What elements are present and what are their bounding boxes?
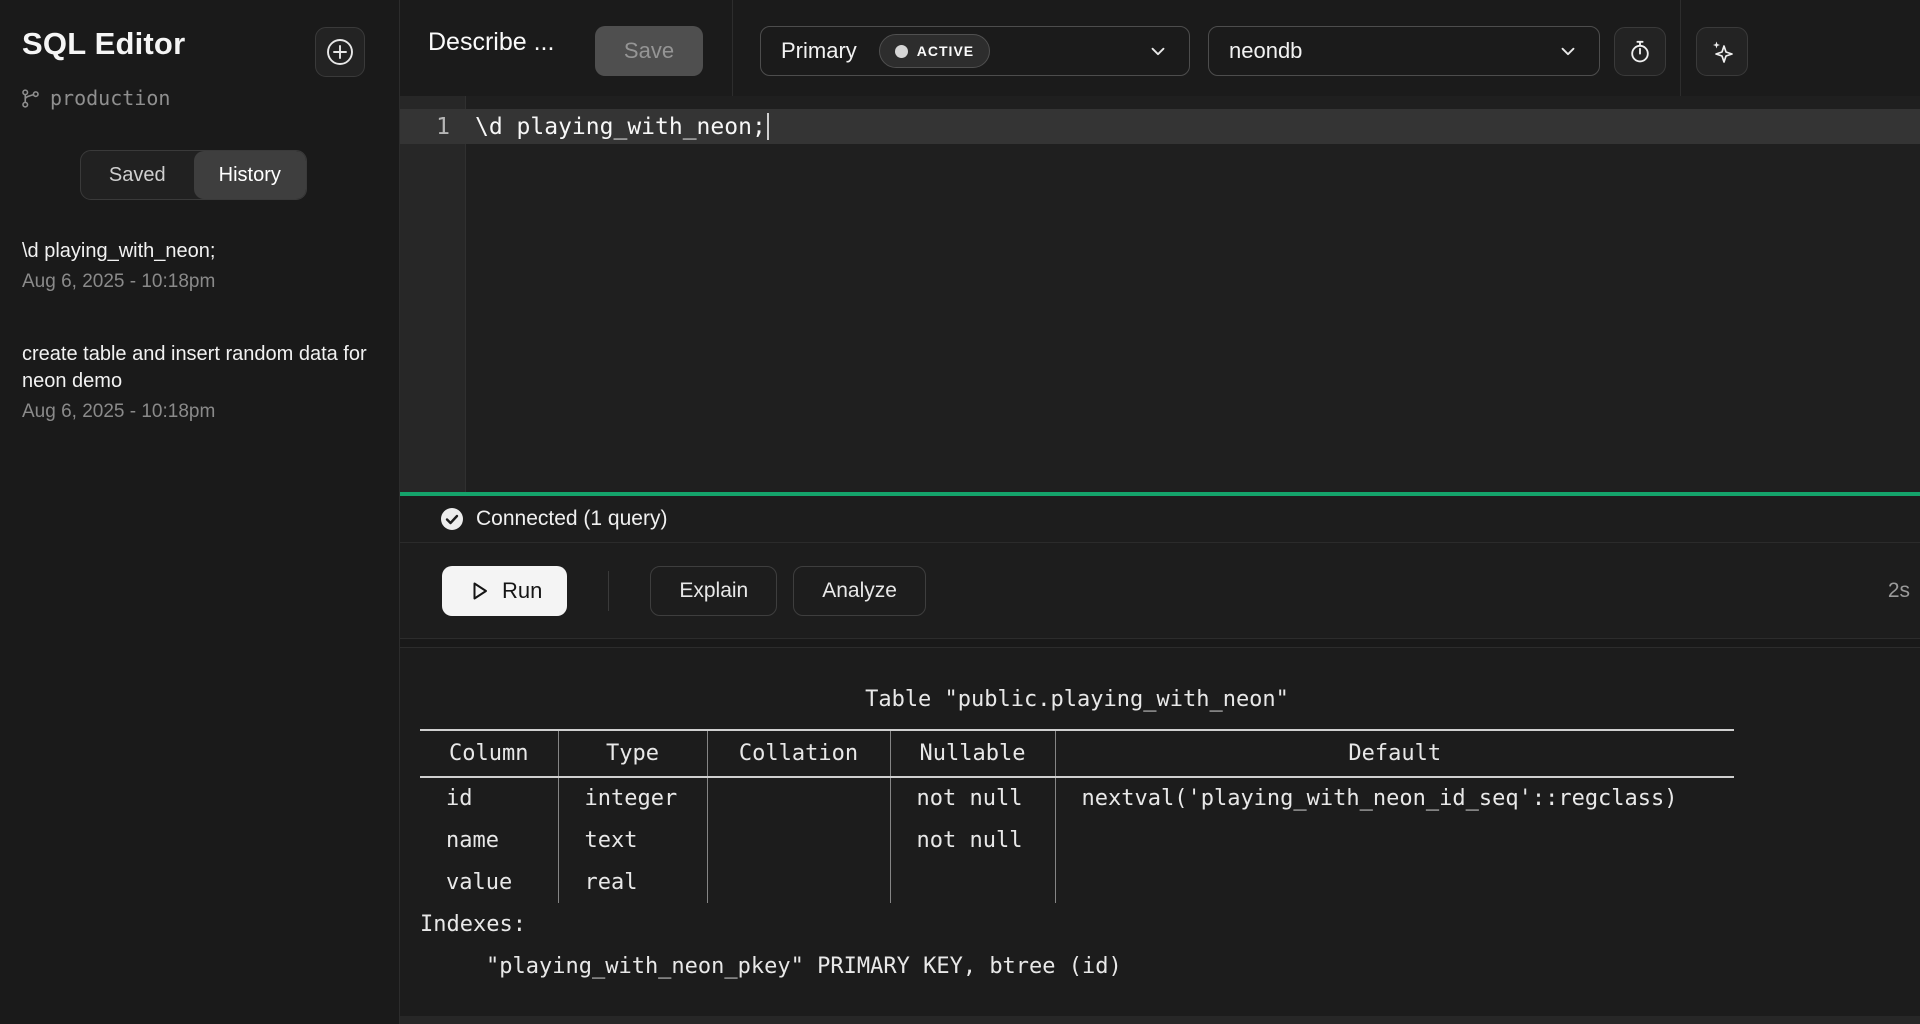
run-button[interactable]: Run bbox=[442, 566, 567, 616]
database-select[interactable]: neondb bbox=[1208, 26, 1600, 76]
history-query: create table and insert random data for … bbox=[22, 341, 377, 395]
history-list: \d playing_with_neon; Aug 6, 2025 - 10:1… bbox=[0, 238, 399, 471]
saved-history-tabs: Saved History bbox=[80, 150, 307, 200]
col-header: Column bbox=[420, 730, 558, 777]
cell: not null bbox=[890, 777, 1055, 819]
history-timer-icon bbox=[1627, 39, 1653, 65]
cell: text bbox=[558, 819, 707, 861]
cell bbox=[707, 861, 890, 903]
cell bbox=[707, 819, 890, 861]
branch-select-value: Primary bbox=[781, 38, 857, 64]
cell: integer bbox=[558, 777, 707, 819]
line-number: 1 bbox=[400, 114, 466, 140]
history-timestamp: Aug 6, 2025 - 10:18pm bbox=[22, 271, 377, 293]
editor-gutter bbox=[400, 96, 466, 492]
cell: name bbox=[420, 819, 558, 861]
ai-assistant-button[interactable] bbox=[1696, 27, 1748, 76]
chevron-down-icon bbox=[1147, 40, 1169, 62]
connection-statusbar: Connected (1 query) bbox=[400, 496, 1920, 543]
chevron-down-icon bbox=[1557, 40, 1579, 62]
horizontal-scrollbar[interactable] bbox=[400, 1016, 1920, 1024]
code-editor[interactable]: 1 \d playing_with_neon; bbox=[400, 96, 1920, 492]
play-icon bbox=[467, 579, 491, 603]
table-header-row: Column Type Collation Nullable Default bbox=[420, 730, 1734, 777]
indexes-label: Indexes: bbox=[420, 904, 1920, 946]
tab-saved[interactable]: Saved bbox=[81, 151, 194, 199]
cell: id bbox=[420, 777, 558, 819]
cell bbox=[1055, 861, 1734, 903]
database-select-value: neondb bbox=[1229, 38, 1302, 64]
query-title: Describe ... bbox=[428, 28, 554, 57]
sparkles-icon bbox=[1708, 38, 1736, 66]
save-button[interactable]: Save bbox=[595, 26, 703, 76]
col-header: Collation bbox=[707, 730, 890, 777]
cell bbox=[707, 777, 890, 819]
history-item[interactable]: create table and insert random data for … bbox=[0, 341, 399, 423]
connection-status-text: Connected (1 query) bbox=[476, 507, 667, 531]
index-definition: "playing_with_neon_pkey" PRIMARY KEY, bt… bbox=[420, 946, 1920, 988]
plus-circle-icon bbox=[325, 37, 355, 67]
branch-indicator: production bbox=[20, 86, 170, 110]
cell: real bbox=[558, 861, 707, 903]
col-header: Type bbox=[558, 730, 707, 777]
explain-button[interactable]: Explain bbox=[650, 566, 777, 616]
toolbar-divider bbox=[732, 0, 733, 96]
main-panel: Describe ... Save Primary ACTIVE neondb bbox=[400, 0, 1920, 1024]
cell: value bbox=[420, 861, 558, 903]
cell bbox=[890, 861, 1055, 903]
sidebar: SQL Editor production Saved History bbox=[0, 0, 400, 1024]
result-table-title: Table "public.playing_with_neon" bbox=[420, 685, 1734, 729]
results-top-strip bbox=[400, 639, 1920, 648]
new-query-button[interactable] bbox=[315, 27, 365, 77]
branch-select[interactable]: Primary ACTIVE bbox=[760, 26, 1190, 76]
table-row: value real bbox=[420, 861, 1734, 903]
history-timestamp: Aug 6, 2025 - 10:18pm bbox=[22, 401, 377, 423]
table-row: name text not null bbox=[420, 819, 1734, 861]
check-circle-icon bbox=[440, 507, 464, 531]
cell: nextval('playing_with_neon_id_seq'::regc… bbox=[1055, 777, 1734, 819]
history-item[interactable]: \d playing_with_neon; Aug 6, 2025 - 10:1… bbox=[0, 238, 399, 293]
toolbar-divider bbox=[1680, 0, 1681, 96]
cell: not null bbox=[890, 819, 1055, 861]
toolbar: Describe ... Save Primary ACTIVE neondb bbox=[400, 0, 1920, 96]
history-query: \d playing_with_neon; bbox=[22, 238, 377, 265]
col-header: Default bbox=[1055, 730, 1734, 777]
branch-name: production bbox=[50, 86, 170, 110]
page-title: SQL Editor bbox=[22, 26, 185, 62]
code-line: \d playing_with_neon; bbox=[466, 114, 766, 140]
editor-active-line: 1 \d playing_with_neon; bbox=[400, 109, 1920, 144]
describe-output-table: Column Type Collation Nullable Default i… bbox=[420, 729, 1734, 903]
col-header: Nullable bbox=[890, 730, 1055, 777]
table-row: id integer not null nextval('playing_wit… bbox=[420, 777, 1734, 819]
query-history-button[interactable] bbox=[1614, 27, 1666, 76]
text-cursor bbox=[767, 113, 769, 140]
results-panel: Table "public.playing_with_neon" Column … bbox=[400, 648, 1920, 1024]
indexes-section: Indexes: "playing_with_neon_pkey" PRIMAR… bbox=[420, 904, 1920, 988]
query-duration: 2s bbox=[1888, 579, 1910, 603]
actions-row: Run Explain Analyze 2s bbox=[400, 543, 1920, 639]
actions-divider bbox=[608, 571, 609, 611]
analyze-button[interactable]: Analyze bbox=[793, 566, 926, 616]
git-branch-icon bbox=[20, 88, 41, 109]
sql-editor-app: SQL Editor production Saved History bbox=[0, 0, 1920, 1024]
tab-history[interactable]: History bbox=[194, 151, 307, 199]
status-badge: ACTIVE bbox=[879, 34, 990, 68]
active-dot-icon bbox=[895, 45, 908, 58]
cell bbox=[1055, 819, 1734, 861]
